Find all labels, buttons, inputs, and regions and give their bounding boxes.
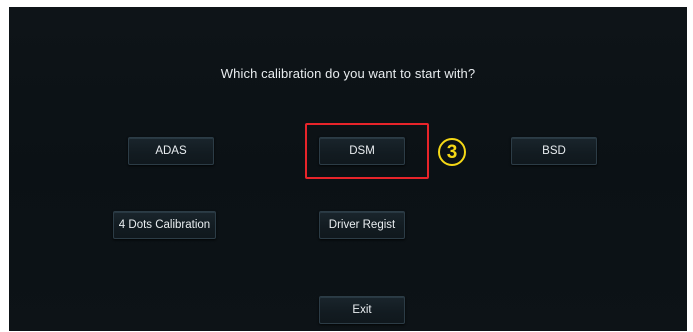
adas-button[interactable]: ADAS (128, 137, 214, 165)
calibration-prompt: Which calibration do you want to start w… (220, 66, 476, 81)
bsd-button[interactable]: BSD (511, 137, 597, 165)
four-dots-calibration-button[interactable]: 4 Dots Calibration (113, 211, 216, 239)
highlight-box (305, 123, 429, 179)
step-number-badge: 3 (438, 138, 466, 166)
exit-button[interactable]: Exit (319, 296, 405, 324)
driver-regist-button[interactable]: Driver Regist (319, 211, 405, 239)
calibration-screen: Which calibration do you want to start w… (9, 7, 687, 331)
